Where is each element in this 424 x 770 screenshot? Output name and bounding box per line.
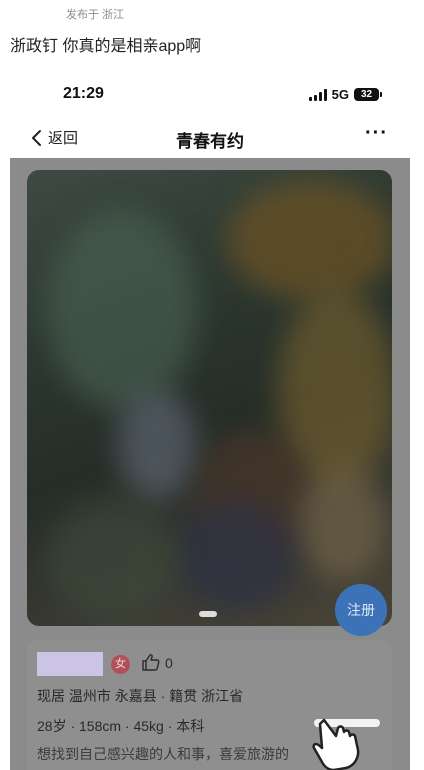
like-count: 0 (165, 654, 173, 671)
more-options-button[interactable]: ··· (365, 122, 388, 145)
embedded-screenshot: 21:29 5G 32 返回 青春有约 ··· 注册 女 0 现居 温州市 永嘉… (10, 72, 410, 770)
register-button[interactable]: 注册 (335, 584, 387, 636)
thumbs-up-icon (142, 654, 160, 671)
post-text: 浙政钉 你真的是相亲app啊 (10, 38, 202, 55)
back-button[interactable]: 返回 (30, 127, 78, 148)
back-label: 返回 (48, 130, 79, 147)
signal-icon (308, 88, 327, 101)
dimmed-content: 注册 女 0 现居 温州市 永嘉县 · 籍贯 浙江省 28岁 · 158cm ·… (10, 158, 410, 770)
status-indicators: 5G 32 (308, 87, 382, 102)
redacted-name (37, 652, 103, 676)
post-location: 发布于 浙江 (66, 9, 125, 21)
basic-stats: 28岁 · 158cm · 45kg · 本科 (37, 718, 205, 734)
gender-badge: 女 (111, 655, 130, 674)
nav-bar: 返回 青春有约 ··· (10, 122, 410, 156)
intro-text: 想找到自己感兴趣的人和事，喜爱旅游的 (37, 746, 289, 762)
status-time: 21:29 (63, 85, 104, 102)
carousel-indicator (199, 611, 217, 617)
battery-level: 32 (354, 88, 379, 101)
pointer-hand-icon (312, 718, 360, 770)
profile-photo[interactable] (27, 170, 392, 626)
status-bar: 21:29 5G 32 (10, 72, 410, 118)
like-button[interactable]: 0 (141, 653, 173, 672)
network-type: 5G (331, 87, 349, 102)
residence-info: 现居 温州市 永嘉县 · 籍贯 浙江省 (37, 688, 244, 704)
chevron-left-icon (32, 129, 41, 146)
battery-icon: 32 (354, 88, 382, 101)
